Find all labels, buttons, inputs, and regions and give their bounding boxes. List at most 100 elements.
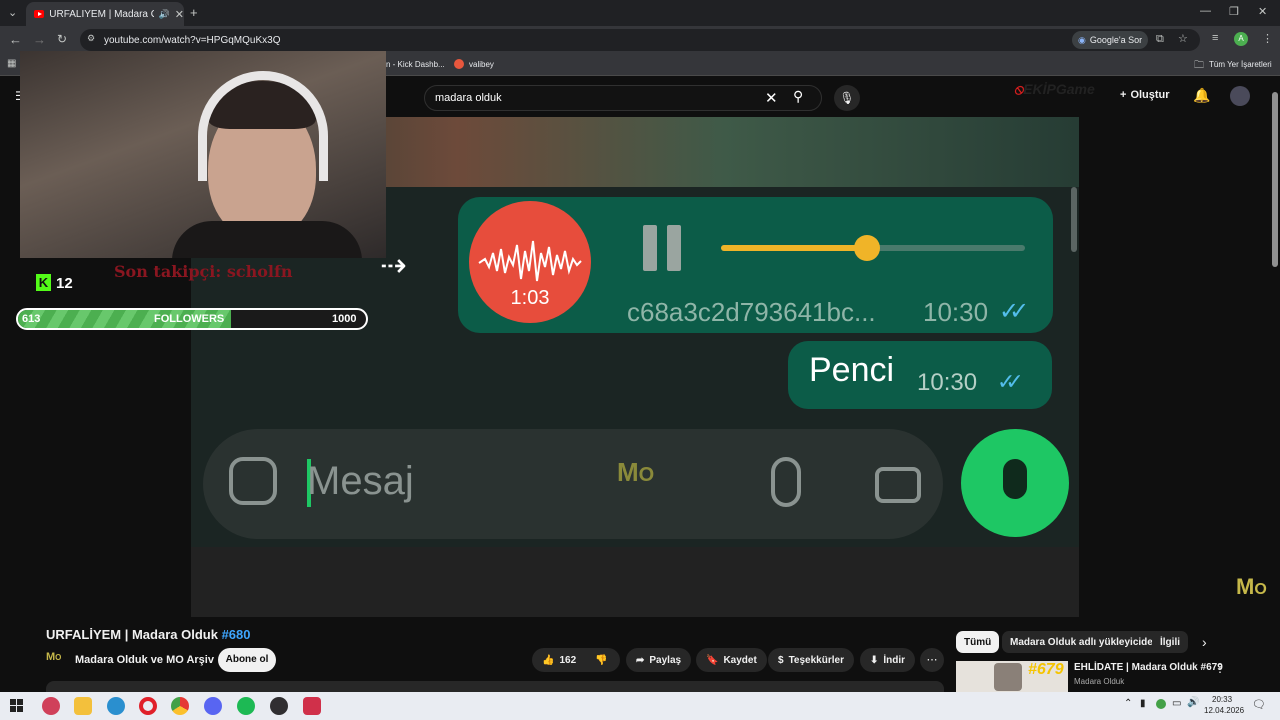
opera-icon[interactable] xyxy=(139,697,157,715)
tray-overflow-icon[interactable]: ⌃ xyxy=(1124,698,1132,709)
scrollbar-thumb[interactable] xyxy=(1071,187,1077,252)
like-button[interactable]: 👍 162 👎 xyxy=(532,648,620,672)
profile-avatar[interactable]: A xyxy=(1234,32,1248,46)
followers-goal: 1000 xyxy=(332,313,357,325)
clear-search-icon[interactable]: ✕ xyxy=(765,89,778,107)
url-text: youtube.com/watch?v=HPGqMQuKx3Q xyxy=(104,34,281,46)
channel-avatar[interactable]: MO xyxy=(46,651,61,663)
search-value: madara olduk xyxy=(435,92,502,104)
channel-name[interactable]: Madara Olduk ve MO Arşiv xyxy=(75,654,214,666)
followers-label: FOLLOWERS xyxy=(154,313,225,325)
recommended-title[interactable]: EHLİDATE | Madara Olduk #679 xyxy=(1074,662,1223,673)
clock-date[interactable]: 12.04.2026 xyxy=(1204,706,1244,715)
forward-icon[interactable]: → xyxy=(33,32,46,47)
start-windows-icon[interactable] xyxy=(10,699,23,712)
browser-tab-bar: ⌄ URFALİYEM | Madara Olduk 🔊 ✕ + — ❐ ✕ xyxy=(0,0,1280,26)
like-count: 162 xyxy=(559,654,577,666)
episode-hashtag[interactable]: #680 xyxy=(222,627,251,642)
double-check-icon: ✓✓ xyxy=(999,298,1029,325)
address-bar[interactable]: ⚙ youtube.com/watch?v=HPGqMQuKx3Q xyxy=(80,29,1200,51)
download-label: İndir xyxy=(883,654,906,666)
watermark-logo: ⦸EKİPGame xyxy=(1014,81,1095,97)
kick-logo-icon: K xyxy=(36,274,51,291)
tab-list-icon[interactable]: ⌄ xyxy=(8,6,17,19)
speaker-icon[interactable]: 🔊 xyxy=(159,9,170,20)
app-1-icon[interactable] xyxy=(42,697,60,715)
download-button[interactable]: ⬇ İndir xyxy=(860,648,916,672)
thanks-button[interactable]: $ Teşekkürler xyxy=(768,648,854,672)
followers-current: 613 xyxy=(22,313,41,325)
subscribe-button[interactable]: Abone ol xyxy=(218,648,276,672)
search-input[interactable]: madara olduk ✕ ⚲ xyxy=(424,85,822,111)
bookmark-valibey[interactable]: valibey xyxy=(469,60,494,69)
plus-icon: + xyxy=(1120,89,1127,101)
cast-icon[interactable]: ⧉ xyxy=(1156,33,1164,46)
followers-goal-bar: 613 FOLLOWERS 1000 xyxy=(16,308,368,330)
save-button[interactable]: 🔖 Kaydet xyxy=(696,648,767,672)
share-label: Paylaş xyxy=(649,654,682,666)
network-icon[interactable]: ▭ xyxy=(1172,698,1181,709)
create-button[interactable]: + Oluştur xyxy=(1120,89,1170,101)
chip-related[interactable]: İlgili xyxy=(1152,631,1188,653)
share-icon: ➦ xyxy=(636,654,645,666)
google-sor-button[interactable]: ◉ Google'a Sor xyxy=(1072,31,1149,49)
bookmark-star-icon[interactable]: ☆ xyxy=(1178,32,1188,45)
browser-tab-active[interactable]: URFALİYEM | Madara Olduk 🔊 ✕ xyxy=(26,2,184,26)
sticker-icon xyxy=(229,457,277,505)
edge-icon[interactable] xyxy=(107,697,125,715)
discord-icon[interactable] xyxy=(204,697,222,715)
bookmark-kick-dashboard[interactable]: n - Kick Dashb... xyxy=(386,60,445,69)
bookmark-icon: 🔖 xyxy=(706,654,719,666)
last-follower-text: Son takipçi: scholfn xyxy=(114,262,293,281)
text-double-check-icon: ✓✓ xyxy=(997,369,1024,394)
chip-uploader[interactable]: Madara Olduk adlı yükleyiciden xyxy=(1002,631,1167,653)
voice-search-icon[interactable]: 🎙 xyxy=(834,85,860,111)
message-placeholder: Mesaj xyxy=(307,459,414,503)
voice-filename: c68a3c2d793641bc... xyxy=(627,297,876,327)
reload-icon[interactable]: ↻ xyxy=(57,32,67,46)
chip-all[interactable]: Tümü xyxy=(956,631,1000,653)
thumbnail-episode: #679 xyxy=(1028,661,1064,678)
menu-kebab-icon[interactable]: ⋮ xyxy=(1262,32,1273,45)
account-avatar[interactable] xyxy=(1230,86,1250,106)
create-label: Oluştur xyxy=(1130,89,1170,101)
recommended-thumbnail[interactable]: #679 xyxy=(956,661,1068,692)
restore-icon[interactable]: ❐ xyxy=(1229,5,1239,18)
recommended-channel[interactable]: Madara Olduk xyxy=(1074,677,1124,686)
back-icon[interactable]: ← xyxy=(9,32,22,47)
thumbs-down-icon[interactable]: 👎 xyxy=(595,655,607,666)
recommended-menu-icon[interactable]: ⋮ xyxy=(1214,661,1226,675)
chips-next-icon[interactable]: › xyxy=(1202,634,1207,650)
all-bookmarks[interactable]: Tüm Yer İşaretleri xyxy=(1209,60,1272,69)
share-button[interactable]: ➦ Paylaş xyxy=(626,648,692,672)
voice-timestamp: 10:30 xyxy=(923,297,989,327)
site-info-icon[interactable]: ⚙ xyxy=(87,33,95,44)
folder-icon: 🗀 xyxy=(1194,60,1204,71)
app-9-icon[interactable] xyxy=(303,697,321,715)
minimize-icon[interactable]: — xyxy=(1200,5,1211,17)
spotify-icon[interactable] xyxy=(237,697,255,715)
tab-close-icon[interactable]: ✕ xyxy=(175,8,184,21)
chrome-icon[interactable] xyxy=(171,697,189,715)
description-box[interactable] xyxy=(46,681,944,692)
volume-icon[interactable]: 🔊 xyxy=(1187,697,1199,708)
more-actions-icon[interactable]: ⋯ xyxy=(920,648,944,672)
obs-icon[interactable] xyxy=(270,697,288,715)
channel-watermark-icon[interactable]: MO xyxy=(1236,574,1267,600)
text-message: Penci xyxy=(809,351,895,389)
page-scrollbar[interactable] xyxy=(1272,92,1278,267)
forward-arrow-icon: ⇢ xyxy=(380,247,407,283)
apps-grid-icon[interactable]: ▦ xyxy=(7,58,16,69)
clock-time[interactable]: 20:33 xyxy=(1212,695,1232,704)
new-tab-icon[interactable]: + xyxy=(190,5,198,20)
notifications-bell-icon[interactable]: 🔔 xyxy=(1193,87,1210,104)
thumbnail-face xyxy=(994,663,1022,691)
tray-usb-icon[interactable]: ▮ xyxy=(1140,698,1146,709)
tray-app-icon[interactable] xyxy=(1156,699,1166,709)
media-controls-icon[interactable]: ≡ xyxy=(1212,32,1218,44)
close-window-icon[interactable]: ✕ xyxy=(1258,5,1267,18)
webcam-overlay xyxy=(20,51,386,258)
search-icon[interactable]: ⚲ xyxy=(793,88,803,105)
notification-center-icon[interactable]: 🗨 xyxy=(1252,698,1266,711)
file-explorer-icon[interactable] xyxy=(74,697,92,715)
